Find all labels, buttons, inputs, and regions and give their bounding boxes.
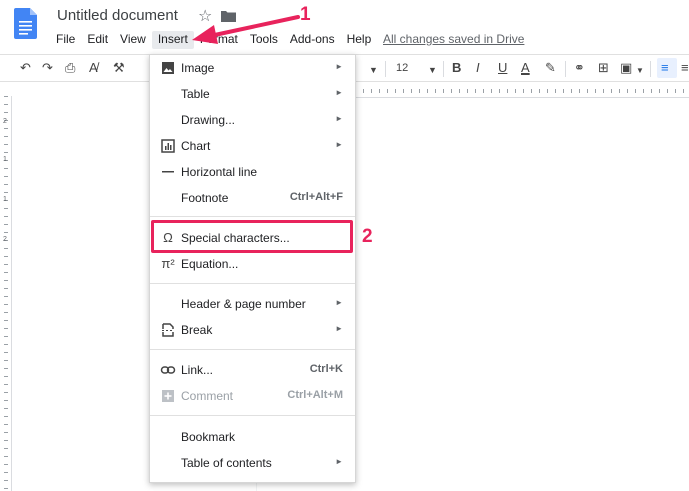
submenu-arrow-icon: ►	[335, 457, 343, 466]
toolbar-separator	[443, 61, 444, 77]
insert-menu: Image ► Table ► Drawing... ► Chart ► Hor…	[149, 54, 356, 483]
pi-icon: π²	[161, 256, 175, 271]
image-dropdown-arrow-icon[interactable]: ▼	[636, 62, 644, 80]
submenu-arrow-icon: ►	[335, 298, 343, 307]
menu-item-chart[interactable]: Chart ►	[150, 133, 355, 159]
menu-divider	[150, 349, 355, 350]
text-color-button[interactable]: A	[521, 59, 530, 77]
ruler-number: 2	[3, 236, 7, 243]
submenu-arrow-icon: ►	[335, 114, 343, 123]
italic-button[interactable]: I	[476, 59, 480, 77]
link-icon	[160, 366, 176, 374]
print-icon[interactable]: ⎙	[65, 59, 75, 77]
add-comment-icon[interactable]: ⊞	[598, 59, 609, 77]
font-size-select[interactable]: 12	[396, 59, 408, 77]
menu-help[interactable]: Help	[341, 31, 378, 49]
bold-button[interactable]: B	[452, 59, 461, 77]
ruler-number: 1	[3, 156, 7, 163]
page-break-icon	[162, 323, 174, 337]
font-dropdown-arrow-icon[interactable]: ▼	[369, 61, 378, 79]
toolbar-separator	[565, 61, 566, 77]
save-status-link[interactable]: All changes saved in Drive	[383, 32, 524, 46]
menu-item-header-page-number[interactable]: Header & page number ►	[150, 291, 355, 317]
menu-item-image[interactable]: Image ►	[150, 55, 355, 81]
menu-item-footnote[interactable]: Footnote Ctrl+Alt+F	[150, 185, 355, 211]
menu-item-bookmark[interactable]: Bookmark	[150, 424, 355, 450]
submenu-arrow-icon: ►	[335, 88, 343, 97]
menu-item-table[interactable]: Table ►	[150, 81, 355, 107]
image-icon	[162, 62, 174, 74]
step-1-arrow-icon	[192, 15, 300, 44]
special-characters-highlight	[151, 220, 353, 253]
menu-divider	[150, 283, 355, 284]
align-center-icon[interactable]: ≡	[681, 59, 689, 77]
redo-icon[interactable]: ↷	[42, 59, 53, 77]
submenu-arrow-icon: ►	[335, 324, 343, 333]
menu-item-table-of-contents[interactable]: Table of contents ►	[150, 450, 355, 476]
menu-item-link[interactable]: Link... Ctrl+K	[150, 357, 355, 383]
ruler-number: 1	[3, 196, 7, 203]
link-icon[interactable]: ⚭	[574, 59, 585, 77]
menu-divider	[150, 216, 355, 217]
menu-file[interactable]: File	[50, 31, 81, 49]
vertical-ruler[interactable]: 2 1 1 2	[0, 96, 12, 491]
insert-image-icon[interactable]: ▣	[620, 59, 632, 77]
ruler-number: 2	[3, 118, 7, 125]
toolbar-separator	[650, 61, 651, 77]
font-size-dropdown-arrow-icon[interactable]: ▼	[428, 61, 437, 79]
submenu-arrow-icon: ►	[335, 140, 343, 149]
menu-view[interactable]: View	[114, 31, 152, 49]
step-2-label: 2	[362, 226, 373, 247]
undo-icon[interactable]: ↶	[20, 59, 31, 77]
menu-divider	[150, 415, 355, 416]
highlight-icon[interactable]: ✎	[545, 59, 556, 77]
menu-item-comment[interactable]: Comment Ctrl+Alt+M	[150, 383, 355, 409]
spellcheck-icon[interactable]: A̸	[89, 59, 98, 77]
toolbar-separator	[385, 61, 386, 77]
menu-edit[interactable]: Edit	[81, 31, 114, 49]
chart-icon	[161, 139, 175, 153]
menu-item-drawing[interactable]: Drawing... ►	[150, 107, 355, 133]
underline-button[interactable]: U	[498, 59, 507, 77]
menu-item-break[interactable]: Break ►	[150, 317, 355, 343]
paint-format-icon[interactable]: ⚒	[113, 59, 125, 77]
horizontal-line-icon	[162, 171, 174, 173]
docs-logo-icon[interactable]	[14, 8, 37, 39]
comment-icon	[162, 390, 174, 402]
menu-item-horizontal-line[interactable]: Horizontal line	[150, 159, 355, 185]
horizontal-ruler[interactable]	[355, 84, 689, 98]
align-left-icon[interactable]: ≡	[661, 59, 669, 77]
menu-item-equation[interactable]: π² Equation...	[150, 251, 355, 277]
submenu-arrow-icon: ►	[335, 62, 343, 71]
document-title[interactable]: Untitled document	[57, 7, 178, 24]
